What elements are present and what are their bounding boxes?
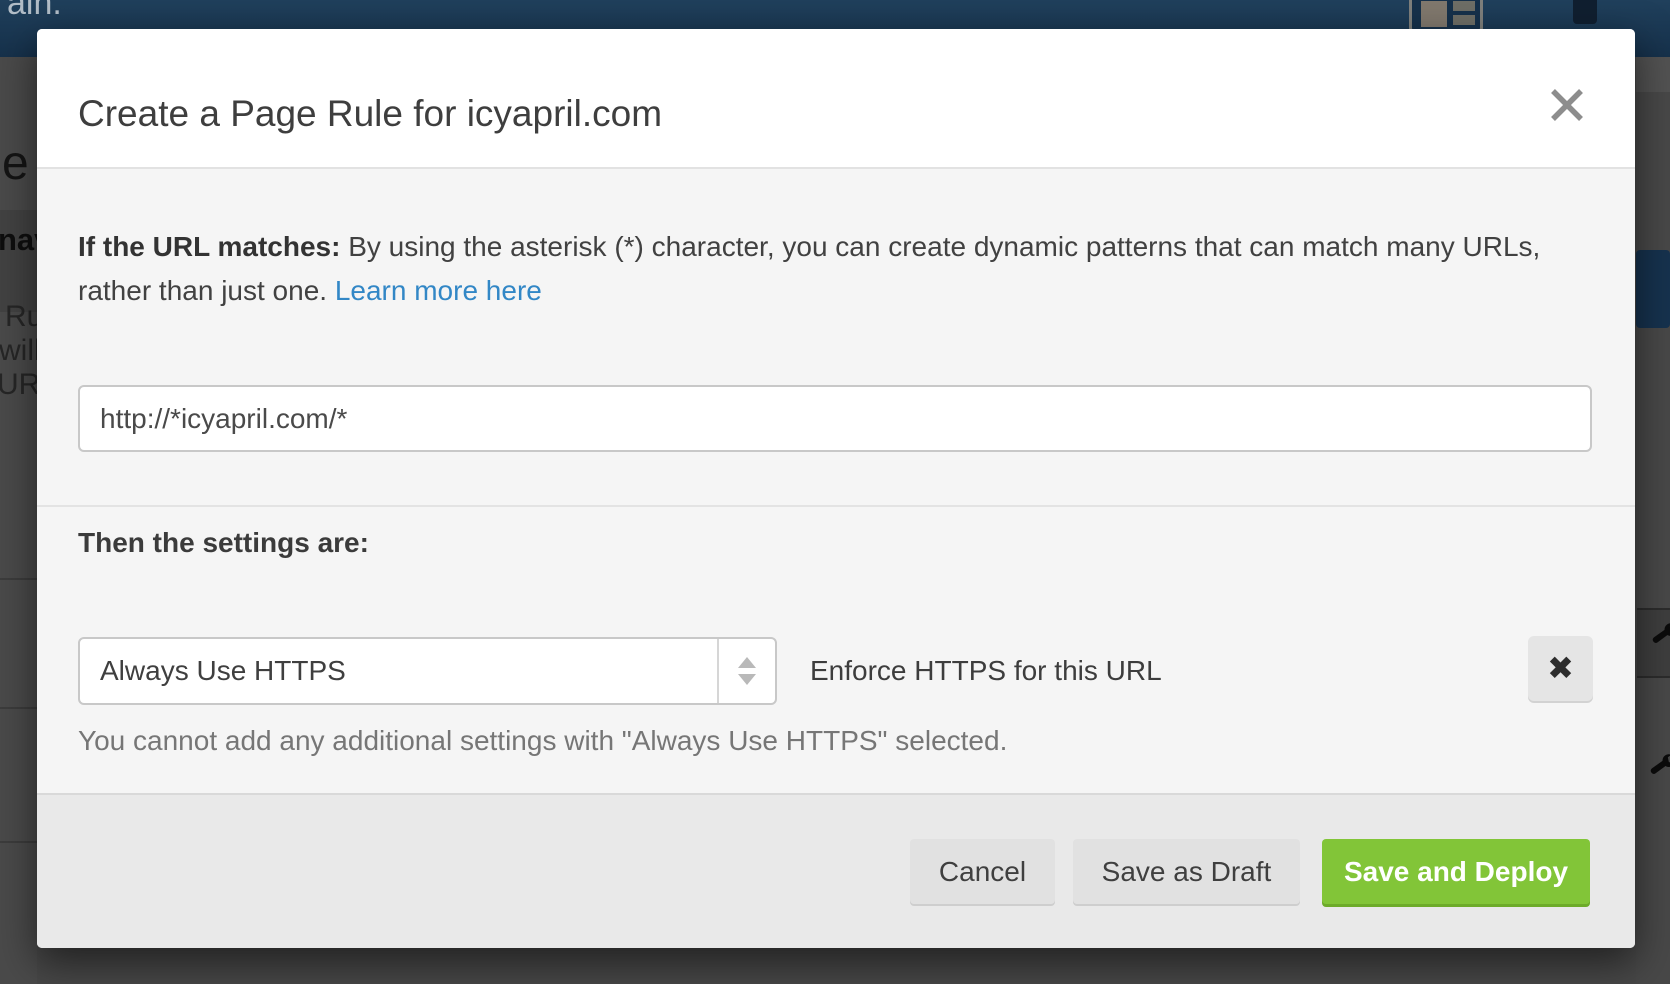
setting-description: Enforce HTTPS for this URL xyxy=(810,637,1162,705)
wrench-icon xyxy=(1648,751,1670,781)
remove-setting-button[interactable]: ✖ xyxy=(1528,636,1593,701)
partial-toolbar-icon xyxy=(1573,0,1597,24)
learn-more-link[interactable]: Learn more here xyxy=(335,275,542,306)
bg-text-fragment: e xyxy=(2,136,29,191)
save-as-draft-button[interactable]: Save as Draft xyxy=(1073,839,1300,904)
modal-header: Create a Page Rule for icyapril.com xyxy=(37,29,1635,169)
url-match-description: If the URL matches: By using the asteris… xyxy=(78,225,1548,313)
save-and-deploy-button[interactable]: Save and Deploy xyxy=(1322,839,1590,904)
bg-text-fragment: UR xyxy=(0,368,37,402)
bg-row-divider xyxy=(0,578,37,580)
cancel-button[interactable]: Cancel xyxy=(910,839,1055,904)
topbar-text-fragment: ain. xyxy=(7,0,62,23)
bg-right-band xyxy=(1636,57,1670,92)
screen: ain. e nav Ru will UR xyxy=(0,0,1670,984)
apps-grid-icon-block xyxy=(1421,1,1447,27)
modal-footer: Cancel Save as Draft Save and Deploy xyxy=(37,793,1635,948)
bg-row-divider xyxy=(0,707,37,709)
section-divider xyxy=(37,505,1635,507)
modal-title: Create a Page Rule for icyapril.com xyxy=(78,93,662,135)
apps-grid-icon-bar xyxy=(1453,15,1475,25)
chevron-up-down-icon[interactable] xyxy=(717,639,775,703)
setting-select-value: Always Use HTTPS xyxy=(100,639,346,703)
bg-text-fragment: nav xyxy=(0,222,37,258)
triangle-up-icon xyxy=(738,657,756,668)
bg-text-fragment: will xyxy=(0,334,37,368)
apps-grid-icon-bar xyxy=(1453,1,1475,11)
close-icon[interactable] xyxy=(1547,86,1587,126)
background-right-strip xyxy=(1636,57,1670,984)
setting-select[interactable]: Always Use HTTPS xyxy=(78,637,777,705)
wrench-icon xyxy=(1650,620,1670,650)
url-pattern-input[interactable] xyxy=(78,385,1592,452)
bg-text-fragment: Ru xyxy=(5,300,37,334)
bg-row-divider xyxy=(0,841,37,843)
bg-blue-button-fragment xyxy=(1636,250,1670,328)
modal-body: If the URL matches: By using the asteris… xyxy=(37,169,1635,793)
settings-heading: Then the settings are: xyxy=(78,527,369,559)
background-left-strip: e nav Ru will UR xyxy=(0,57,37,984)
url-match-label: If the URL matches: xyxy=(78,231,340,262)
create-page-rule-modal: Create a Page Rule for icyapril.com If t… xyxy=(37,29,1635,948)
setting-note: You cannot add any additional settings w… xyxy=(78,725,1007,757)
triangle-down-icon xyxy=(738,674,756,685)
